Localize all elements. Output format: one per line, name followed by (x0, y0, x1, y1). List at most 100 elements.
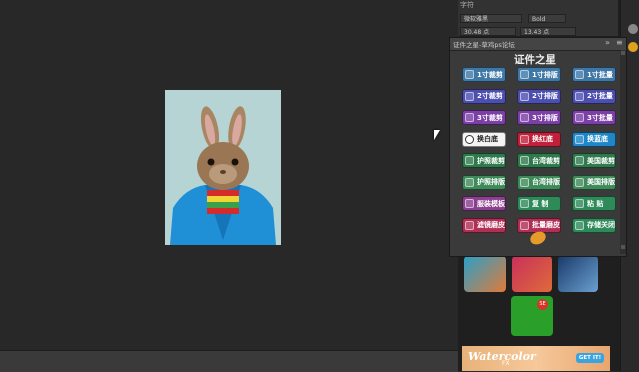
promo-thumbnail-4[interactable]: SE (511, 296, 553, 336)
font-style-select[interactable]: Bold (528, 14, 566, 23)
plugin-button-label: 复 制 (532, 199, 549, 208)
swatch-icon[interactable] (628, 42, 638, 52)
tool-icon (575, 156, 584, 165)
plugin-button[interactable]: 1寸批量 (572, 67, 616, 82)
plugin-button[interactable]: 美国排版 (572, 174, 616, 190)
plugin-button[interactable]: 换蓝底 (572, 131, 616, 147)
scroll-down-arrow[interactable] (621, 245, 625, 249)
plugin-button[interactable]: 3寸排版 (517, 110, 561, 125)
promo-thumbnail-1[interactable] (464, 256, 506, 292)
status-bar (0, 350, 458, 372)
tool-icon (465, 134, 474, 144)
plugin-button[interactable]: 复 制 (517, 196, 561, 211)
plugin-panel: 证件之星-草鸡ps论坛 » ≡ 证件之星 1寸裁剪 1寸排版 1寸批量 2寸裁剪 2寸排… (449, 37, 627, 257)
tool-icon (465, 220, 474, 230)
font-size-field[interactable]: 30.48 点 (460, 27, 516, 36)
plugin-button-label: 换蓝底 (587, 135, 608, 143)
plugin-scrollbar[interactable] (620, 50, 626, 254)
plugin-button-label: 台湾裁剪 (532, 156, 560, 165)
plugin-button[interactable]: 2寸裁剪 (462, 88, 506, 104)
color-icon[interactable] (628, 24, 638, 34)
plugin-button[interactable]: 台湾裁剪 (517, 153, 561, 168)
plugin-button-label: 1寸批量 (587, 70, 613, 79)
canvas-workspace (0, 0, 458, 350)
plugin-button-label: 1寸裁剪 (477, 70, 503, 79)
plugin-button[interactable]: 台湾排版 (517, 174, 561, 190)
plugin-button[interactable]: 护照裁剪 (462, 153, 506, 168)
font-family-select[interactable]: 微软雅黑 (460, 14, 522, 23)
plugin-button[interactable]: 换红底 (517, 131, 561, 147)
tool-icon (575, 177, 584, 187)
plugin-button[interactable]: 换白底 (462, 131, 506, 147)
tool-icon (575, 91, 584, 101)
plugin-button[interactable]: 美国裁剪 (572, 153, 616, 168)
tool-icon (520, 156, 529, 165)
tool-icon (520, 177, 529, 187)
plugin-button[interactable]: 护照排版 (462, 174, 506, 190)
tool-icon (520, 91, 529, 101)
rabbit-photo (165, 90, 281, 245)
tool-icon (520, 70, 529, 79)
tool-icon (575, 113, 584, 122)
plugin-button-label: 台湾排版 (532, 178, 560, 186)
tool-icon (575, 199, 584, 208)
promo-badge: SE (537, 299, 548, 310)
plugin-button[interactable]: 滤镜磨皮 (462, 217, 506, 233)
plugin-button[interactable]: 存储关闭 (572, 217, 616, 233)
plugin-button-label: 3寸排版 (532, 113, 558, 122)
get-it-button[interactable]: GET IT! (576, 353, 604, 363)
plugin-button-label: 2寸裁剪 (477, 92, 503, 100)
plugin-button[interactable]: 2寸排版 (517, 88, 561, 104)
plugin-button[interactable]: 2寸批量 (572, 88, 616, 104)
tool-icon (465, 91, 474, 101)
plugin-button[interactable]: 3寸批量 (572, 110, 616, 125)
tool-icon (520, 199, 529, 208)
document-image[interactable] (165, 90, 281, 245)
leading-field[interactable]: 13.43 点 (520, 27, 576, 36)
plugin-button-label: 2寸排版 (532, 92, 558, 100)
tool-icon (465, 70, 474, 79)
plugin-button[interactable]: 粘 贴 (572, 196, 616, 211)
promo-thumbnail-2[interactable] (512, 256, 552, 292)
character-panel: 字符 微软雅黑 Bold 30.48 点 13.43 点 (458, 0, 618, 36)
tool-icon (575, 220, 584, 230)
tool-icon (465, 199, 474, 208)
tool-icon (520, 220, 529, 230)
plugin-header: 证件之星-草鸡ps论坛 » ≡ (450, 38, 626, 51)
plugin-button-label: 换红底 (532, 135, 553, 143)
promo-banner-subtitle: FX (502, 360, 510, 367)
plugin-button-label: 美国裁剪 (587, 156, 615, 165)
character-panel-tab[interactable]: 字符 (460, 0, 474, 10)
promo-thumbnail-3[interactable] (558, 256, 598, 292)
tool-icon (575, 134, 584, 144)
plugin-button-label: 1寸排版 (532, 70, 558, 79)
tool-icon (465, 156, 474, 165)
plugin-title: 证件之星 (514, 54, 556, 66)
plugin-button-label: 3寸裁剪 (477, 113, 503, 122)
tool-icon (465, 177, 474, 187)
plugin-button-label: 换白底 (477, 135, 498, 143)
plugin-button-label: 护照排版 (477, 178, 505, 186)
plugin-button-label: 存储关闭 (587, 221, 615, 229)
tool-icon (520, 113, 529, 122)
plugin-button-label: 批量磨皮 (532, 221, 560, 229)
plugin-button-label: 美国排版 (587, 178, 615, 186)
plugin-button-label: 护照裁剪 (477, 156, 505, 165)
plugin-button[interactable]: 3寸裁剪 (462, 110, 506, 125)
tool-icon (465, 113, 474, 122)
plugin-button-label: 滤镜磨皮 (477, 221, 505, 229)
plugin-button[interactable]: 服装模板 (462, 196, 506, 211)
collapse-icon[interactable]: » (605, 38, 610, 47)
plugin-tab[interactable]: 证件之星-草鸡ps论坛 (453, 39, 515, 49)
mouse-cursor (434, 130, 440, 140)
panel-menu-icon[interactable]: ≡ (616, 38, 623, 47)
plugin-button-label: 3寸批量 (587, 113, 613, 122)
plugin-button-label: 粘 贴 (587, 199, 604, 208)
plugin-button[interactable]: 1寸裁剪 (462, 67, 506, 82)
tool-icon (520, 134, 529, 144)
plugin-button[interactable]: 1寸排版 (517, 67, 561, 82)
promo-banner[interactable]: Watercolor FX GET IT! (462, 346, 610, 371)
scroll-up-arrow[interactable] (621, 51, 625, 55)
tool-icon (575, 70, 584, 79)
plugin-button-label: 服装模板 (477, 199, 505, 208)
